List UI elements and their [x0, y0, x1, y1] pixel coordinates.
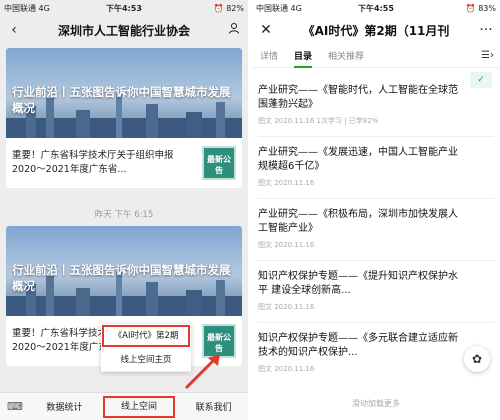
- status-bar: 中国联通 4G 下午4:53 ⏰ 82%: [0, 0, 248, 16]
- banner-image[interactable]: 行业前沿丨五张图告诉你中国智慧城市发展概况: [6, 226, 242, 316]
- tab-related[interactable]: 相关推荐: [320, 49, 372, 62]
- article-item[interactable]: 知识产权保护专题——《提升知识产权保护水平 建设全球创新高... 图文 2020…: [258, 270, 464, 312]
- wechat-check-icon[interactable]: ✓: [470, 72, 492, 88]
- article-item[interactable]: 产业研究——《积极布局，深圳市加快发展人工智能产业》 图文 2020.11.16: [258, 208, 464, 250]
- battery: ⏰ 82%: [213, 3, 244, 13]
- battery: ⏰ 83%: [465, 3, 496, 13]
- menu-data-stats[interactable]: 数据统计: [30, 400, 99, 413]
- page-title: 《AI时代》第2期（11月刊: [302, 23, 450, 38]
- close-icon[interactable]: ✕: [252, 22, 280, 38]
- timestamp: 昨天 下午 6:15: [94, 210, 154, 220]
- alarm-icon: ⏰: [213, 3, 224, 13]
- article-title: 知识产权保护专题——《多元联合建立适应新技术的知识产权保护...: [258, 333, 458, 358]
- nav-bar: ‹ 深圳市人工智能行业协会: [0, 16, 248, 44]
- sub-article[interactable]: 重要！广东省科学技术厅关于组织申报 2020～2021年度广东省... 最新公告: [6, 138, 242, 188]
- article-title: 产业研究——《智能时代，人工智能在全球范围蓬勃兴起》: [258, 85, 458, 110]
- back-icon[interactable]: ‹: [0, 22, 28, 38]
- separator: [258, 260, 494, 261]
- clock: 下午4:55: [358, 3, 394, 13]
- article-title: 产业研究——《积极布局，深圳市加快发展人工智能产业》: [258, 209, 458, 234]
- list-menu-icon[interactable]: ☰›: [481, 50, 500, 61]
- floating-menu-button[interactable]: ✿: [464, 346, 490, 372]
- article-item[interactable]: 产业研究——《智能时代，人工智能在全球范围蓬勃兴起》 图文 2020.11.16…: [258, 84, 464, 126]
- article-item[interactable]: 产业研究——《发展迅速，中国人工智能产业规模超6千亿》 图文 2020.11.1…: [258, 146, 464, 188]
- article-meta: 图文 2020.11.16: [258, 303, 315, 311]
- keyboard-icon[interactable]: ⌨: [0, 400, 30, 413]
- tab-details[interactable]: 详情: [252, 49, 286, 62]
- separator: [258, 136, 494, 137]
- tab-bar: 详情 目录 相关推荐 ☰›: [252, 44, 500, 68]
- article-meta: 图文 2020.11.16: [258, 365, 315, 373]
- article-meta: 图文 2020.11.16: [258, 241, 315, 249]
- carrier: 中国联通 4G: [256, 3, 302, 13]
- submenu-popup: 《AI时代》第2期 线上空间主页: [101, 324, 191, 372]
- alarm-icon: ⏰: [465, 3, 476, 13]
- red-arrow-annotation: [184, 354, 220, 390]
- person-icon[interactable]: [220, 22, 248, 38]
- article-meta: 图文 2020.11.16: [258, 179, 315, 187]
- article-title: 知识产权保护专题——《提升知识产权保护水平 建设全球创新高...: [258, 271, 458, 296]
- menu-item-online-space-home[interactable]: 线上空间主页: [101, 348, 191, 372]
- article-item[interactable]: 知识产权保护专题——《多元联合建立适应新技术的知识产权保护... 图文 2020…: [258, 332, 464, 374]
- menu-contact-us[interactable]: 联系我们: [179, 400, 248, 413]
- load-more-hint: 滑动加载更多: [352, 399, 400, 408]
- clock: 下午4:53: [106, 3, 142, 13]
- right-screen: 中国联通 4G 下午4:55 ⏰ 83% ✕ 《AI时代》第2期（11月刊 ··…: [252, 0, 500, 420]
- news-badge: 最新公告: [202, 146, 236, 180]
- menu-online-space[interactable]: 线上空间: [102, 395, 176, 418]
- tab-catalog[interactable]: 目录: [286, 49, 320, 68]
- article-title: 产业研究——《发展迅速，中国人工智能产业规模超6千亿》: [258, 147, 458, 172]
- article-meta: 图文 2020.11.16 1次学习 | 已学82%: [258, 117, 379, 125]
- separator: [258, 198, 494, 199]
- banner-title: 行业前沿丨五张图告诉你中国智慧城市发展概况: [12, 263, 231, 293]
- carrier: 中国联通 4G: [4, 3, 50, 13]
- nav-bar: ✕ 《AI时代》第2期（11月刊 ···: [252, 16, 500, 44]
- separator: [258, 322, 494, 323]
- article-card[interactable]: 行业前沿丨五张图告诉你中国智慧城市发展概况 重要！广东省科学技术厅关于组织申报 …: [6, 48, 242, 188]
- left-screen: 中国联通 4G 下午4:53 ⏰ 82% ‹ 深圳市人工智能行业协会 行业前沿丨…: [0, 0, 248, 420]
- page-title: 深圳市人工智能行业协会: [57, 23, 190, 38]
- status-bar: 中国联通 4G 下午4:55 ⏰ 83%: [252, 0, 500, 16]
- bottom-menu-bar: ⌨ 数据统计 线上空间 联系我们: [0, 392, 248, 420]
- more-icon[interactable]: ···: [472, 22, 500, 38]
- sub-article-title: 重要！广东省科学技术厅关于组织申报 2020～2021年度广东省...: [12, 150, 174, 175]
- banner-title: 行业前沿丨五张图告诉你中国智慧城市发展概况: [12, 85, 231, 115]
- menu-item-ai-era[interactable]: 《AI时代》第2期: [102, 325, 190, 347]
- banner-image[interactable]: 行业前沿丨五张图告诉你中国智慧城市发展概况: [6, 48, 242, 138]
